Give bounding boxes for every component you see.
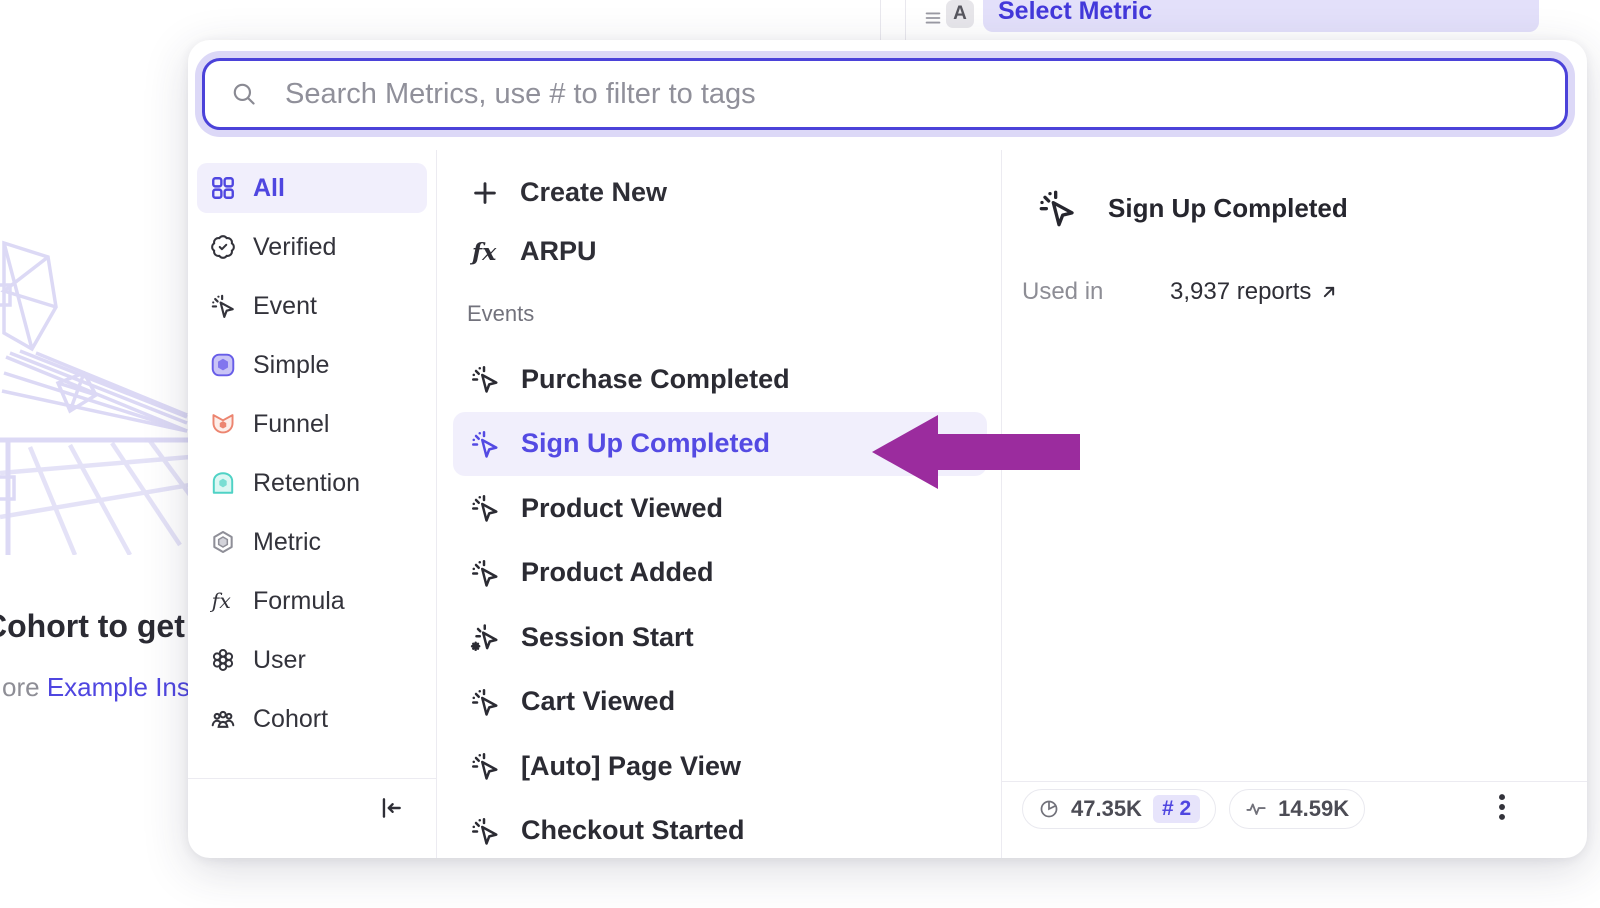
event-list-item-label: Product Added — [521, 557, 714, 588]
event-list-item[interactable]: Session Start — [453, 605, 987, 670]
pulse-icon — [1245, 798, 1267, 820]
event-cursor-icon — [470, 751, 500, 781]
event-cursor-icon — [470, 687, 500, 717]
metric-letter-badge: A — [946, 0, 974, 28]
subline-prefix: ore — [2, 672, 47, 702]
sidebar-item-label: Verified — [253, 233, 336, 262]
list-action-label: Create New — [520, 177, 667, 208]
background-card-edge — [880, 0, 881, 42]
event-list-item-label: Sign Up Completed — [521, 428, 770, 459]
sidebar-item-all[interactable]: All — [197, 163, 427, 213]
event-list-item[interactable]: Sign Up Completed — [453, 412, 987, 477]
event-list-item-label: Checkout Started — [521, 815, 745, 846]
select-metric-button[interactable]: Select Metric — [983, 0, 1539, 32]
grid-icon — [210, 175, 236, 201]
drag-handle-icon[interactable] — [922, 7, 944, 29]
simple-icon — [210, 352, 236, 378]
event-list-item[interactable]: [Auto] Page View — [453, 734, 987, 799]
formula-fx-icon: ƒx — [210, 588, 236, 614]
sidebar-item-retention[interactable]: Retention — [197, 458, 427, 508]
event-cursor-icon — [210, 293, 236, 319]
detail-divider — [1002, 781, 1587, 782]
sidebar-item-label: Formula — [253, 587, 345, 616]
metric-detail-column: Sign Up Completed Used in 3,937 reports … — [1002, 150, 1587, 858]
sidebar-item-cohort[interactable]: Cohort — [197, 694, 427, 744]
event-cursor-icon — [470, 558, 500, 588]
user-cluster-icon — [210, 647, 236, 673]
metric-picker-screen: { "background": { "metric_row": { "badge… — [0, 0, 1600, 908]
stat-value: 14.59K — [1278, 796, 1349, 822]
event-cursor-icon — [470, 429, 500, 459]
search-box — [202, 58, 1568, 130]
list-action-arpu[interactable]: ƒx ARPU — [437, 222, 1001, 281]
collapse-sidebar-icon[interactable] — [378, 795, 404, 821]
sidebar-item-label: Retention — [253, 469, 360, 498]
plus-icon — [470, 178, 500, 208]
verified-badge-icon — [210, 234, 236, 260]
session-start-icon — [470, 622, 500, 652]
events-section-label: Events — [437, 281, 1001, 347]
event-list-item-label: [Auto] Page View — [521, 751, 741, 782]
search-input[interactable] — [283, 77, 1539, 112]
stat-pill[interactable]: 14.59K — [1229, 789, 1365, 829]
used-in-reports-count: 3,937 reports — [1170, 278, 1311, 306]
retention-icon — [210, 470, 236, 496]
event-list-item[interactable]: Product Added — [453, 541, 987, 606]
event-list-item-label: Purchase Completed — [521, 364, 790, 395]
svg-text:ƒx: ƒx — [210, 589, 231, 613]
event-list-item-label: Session Start — [521, 622, 694, 653]
sidebar-item-user[interactable]: User — [197, 635, 427, 685]
used-in-reports-link[interactable]: 3,937 reports — [1170, 278, 1339, 306]
metric-list-column: Create New ƒx ARPU Events Purchase Complet… — [437, 150, 1002, 858]
sidebar-item-verified[interactable]: Verified — [197, 222, 427, 272]
event-cursor-icon — [470, 364, 500, 394]
decorative-wireframe-art — [0, 225, 190, 555]
funnel-icon — [210, 411, 236, 437]
event-cursor-icon — [470, 493, 500, 523]
metric-hexagon-icon — [210, 529, 236, 555]
cohort-people-icon — [210, 706, 236, 732]
pie-chart-icon — [1038, 798, 1060, 820]
event-list-item[interactable]: Cart Viewed — [453, 670, 987, 735]
sidebar-item-label: Funnel — [253, 410, 329, 439]
background-headline-fragment: Cohort to get s — [0, 608, 212, 645]
event-list-item[interactable]: Purchase Completed — [453, 347, 987, 412]
sidebar-divider — [188, 778, 436, 779]
stat-pill[interactable]: 47.35K # 2 — [1022, 789, 1216, 829]
event-list-item-label: Product Viewed — [521, 493, 723, 524]
category-sidebar: All Verified Event Simple Funnel Retention Met… — [188, 150, 437, 858]
stat-rank-badge: # 2 — [1153, 795, 1200, 823]
sidebar-item-simple[interactable]: Simple — [197, 340, 427, 390]
sidebar-item-label: User — [253, 646, 306, 675]
search-icon — [231, 81, 257, 107]
used-in-label: Used in — [1022, 278, 1170, 306]
sidebar-item-formula[interactable]: ƒx Formula — [197, 576, 427, 626]
event-list-item-label: Cart Viewed — [521, 686, 675, 717]
select-metric-label: Select Metric — [998, 0, 1152, 26]
list-action-label: ARPU — [520, 236, 597, 267]
background-subline-fragment: ore Example Ins — [2, 672, 190, 703]
stat-value: 47.35K — [1071, 796, 1142, 822]
event-list-item[interactable]: Product Viewed — [453, 476, 987, 541]
sidebar-item-label: Metric — [253, 528, 321, 557]
event-cursor-icon — [1037, 188, 1077, 228]
event-list-item[interactable]: Checkout Started — [453, 799, 987, 859]
detail-title: Sign Up Completed — [1108, 193, 1348, 224]
more-options-kebab-icon[interactable] — [1485, 790, 1519, 824]
sidebar-item-label: Cohort — [253, 705, 328, 734]
sidebar-item-label: All — [253, 174, 285, 203]
sidebar-item-event[interactable]: Event — [197, 281, 427, 331]
metric-picker-panel: All Verified Event Simple Funnel Retention Met… — [188, 40, 1587, 858]
arrow-ne-icon — [1319, 282, 1339, 302]
formula-fx-icon: ƒx — [470, 237, 500, 267]
sidebar-item-label: Simple — [253, 351, 329, 380]
svg-text:ƒx: ƒx — [470, 238, 497, 266]
event-cursor-icon — [470, 816, 500, 846]
sidebar-item-metric[interactable]: Metric — [197, 517, 427, 567]
background-card-edge — [905, 0, 906, 42]
sidebar-item-label: Event — [253, 292, 317, 321]
example-insights-link[interactable]: Example Ins — [47, 672, 190, 702]
sidebar-item-funnel[interactable]: Funnel — [197, 399, 427, 449]
list-action-create-new[interactable]: Create New — [437, 163, 1001, 222]
